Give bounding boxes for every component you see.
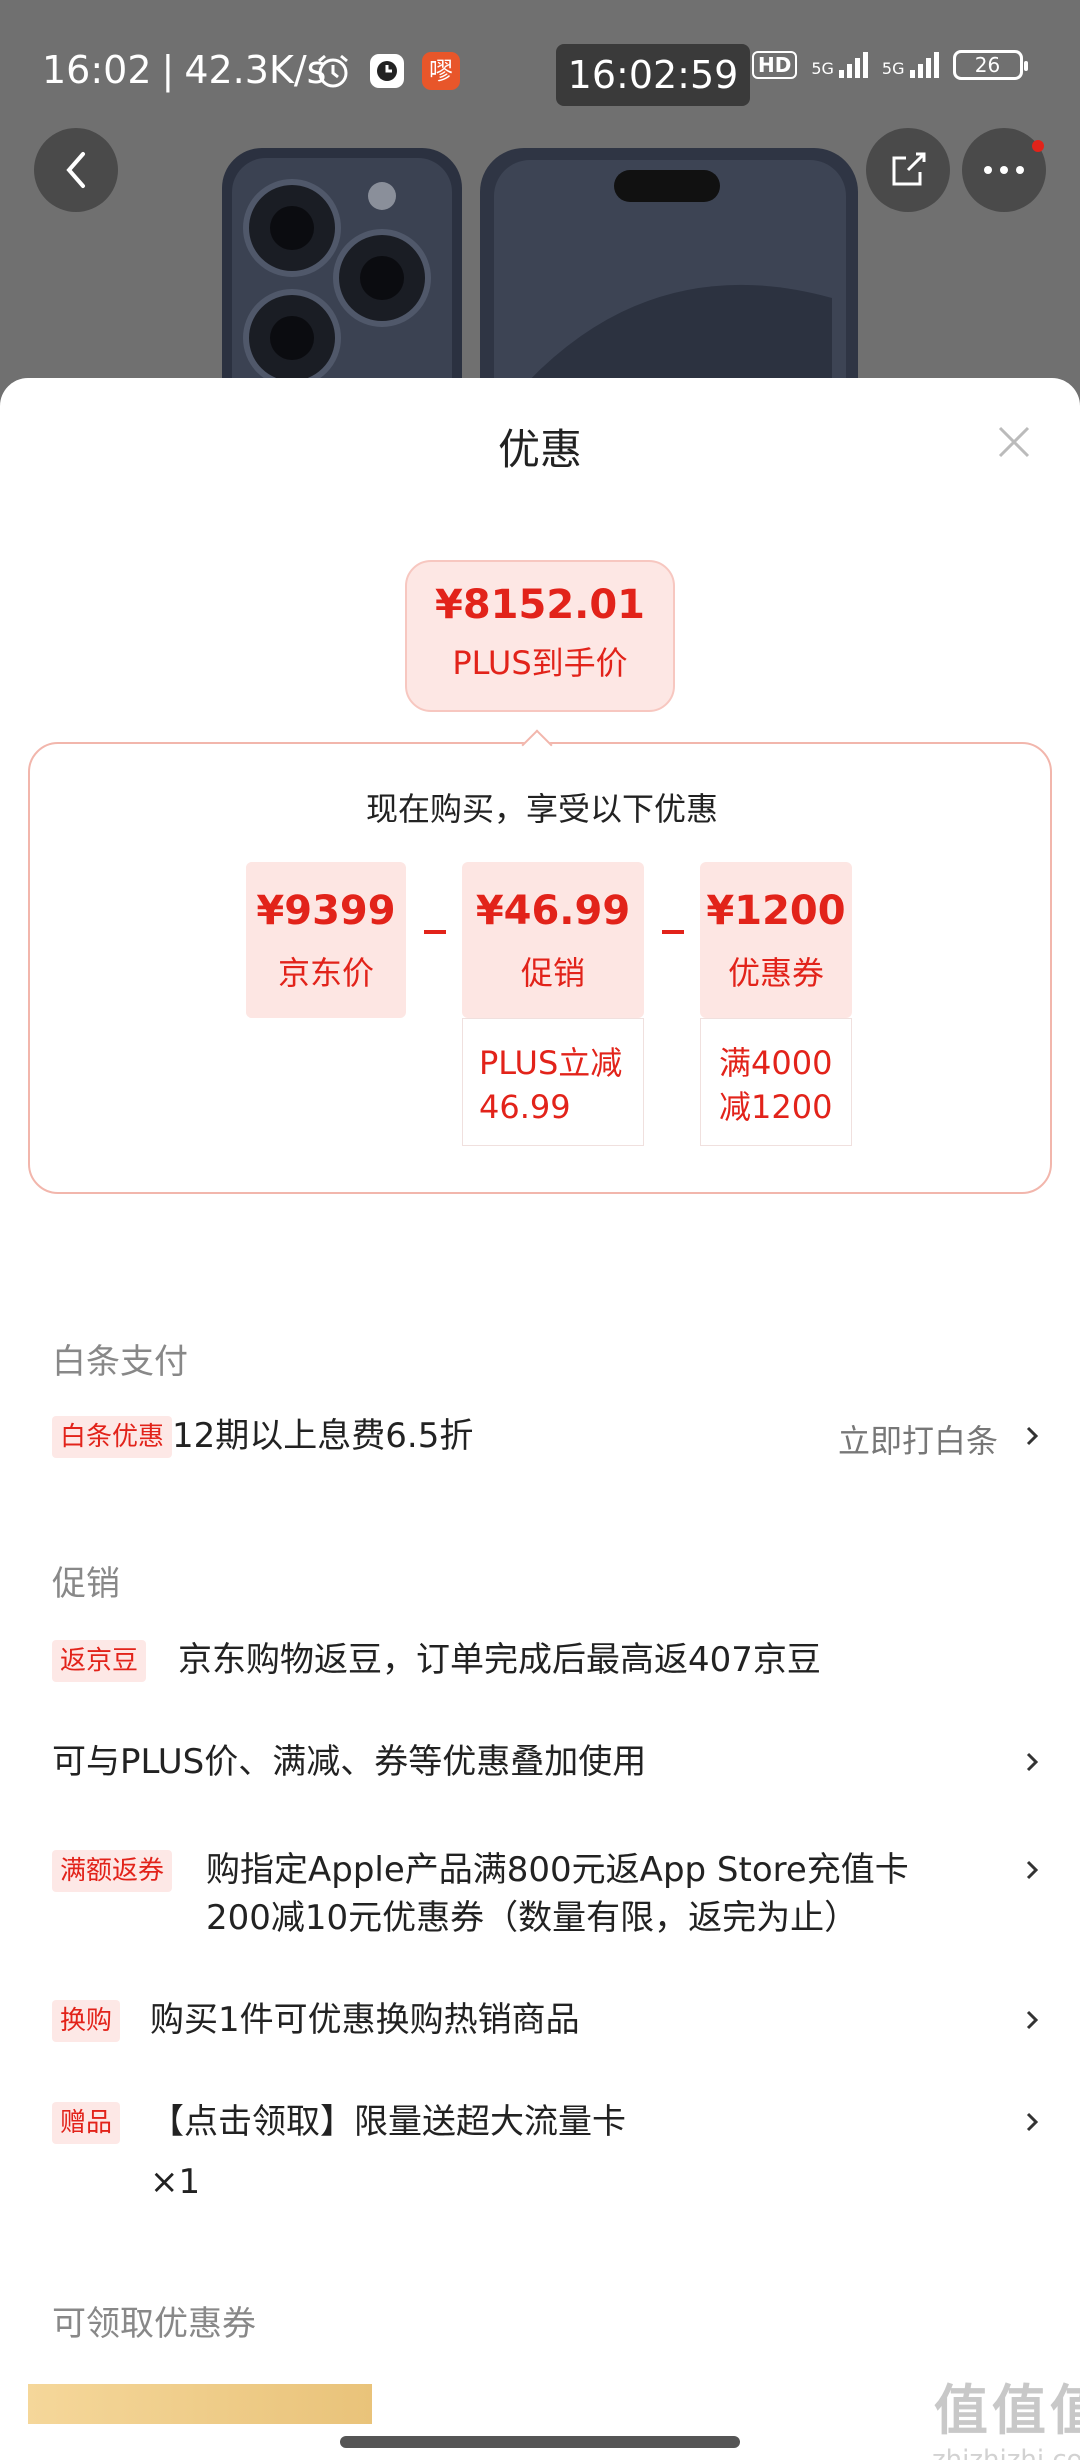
watermark: 值值值 zhizhizhi.com: [932, 2366, 1080, 2460]
more-dots-icon: [984, 166, 1024, 174]
final-price: ¥8152.01: [434, 582, 646, 628]
baitiao-tag: 白条优惠: [52, 1416, 173, 1458]
watermark-logo: 值值值: [933, 2379, 1080, 2442]
jd-price-card: ¥9399 京东价: [246, 862, 406, 1018]
promo-row-trade-in[interactable]: 换购 购买1件可优惠换购热销商品: [52, 1992, 1042, 2052]
breakdown-heading: 现在购买，享受以下优惠: [365, 790, 718, 828]
promo-row-jingdou: 返京豆 京东购物返豆，订单完成后最高返407京豆: [52, 1632, 1042, 1692]
coupons-section-title: 可领取优惠券: [52, 2304, 256, 2344]
promo-detail-line-1: PLUS立减: [479, 1044, 623, 1082]
status-icons: 嘐: [314, 52, 460, 90]
gift-tag: 赠品: [52, 2102, 121, 2144]
more-button[interactable]: [962, 128, 1046, 212]
hd-icon: HD: [752, 51, 798, 79]
coupon-value: ¥1200: [706, 888, 846, 934]
promo-row-gift[interactable]: 赠品 【点击领取】限量送超大流量卡 ×1: [52, 2094, 1042, 2204]
alarm-icon: [318, 54, 348, 88]
share-button[interactable]: [866, 128, 950, 212]
promo-value: ¥46.99: [475, 888, 631, 934]
trade-in-tag: 换购: [52, 2000, 121, 2042]
minus-sign-1: [424, 930, 446, 934]
promo-detail-line-2: 46.99: [479, 1088, 571, 1126]
timer-app-icon: [370, 54, 404, 88]
close-button[interactable]: [994, 422, 1034, 462]
promo-detail: PLUS立减 46.99: [462, 1018, 644, 1146]
trade-in-text: 购买1件可优惠换购热销商品: [150, 2000, 580, 2040]
chevron-right-icon: [1022, 2110, 1042, 2134]
jd-price-label: 京东价: [277, 954, 374, 992]
minus-sign-2: [662, 930, 684, 934]
chevron-left-icon: [66, 152, 85, 188]
network-label-1: 5G: [811, 59, 834, 78]
promo-card: ¥46.99 促销: [462, 862, 644, 1018]
close-icon: [998, 426, 1030, 458]
app-notification-icon: 嘐: [422, 52, 460, 90]
status-bar: 16:02 | 42.3K/s 嘐 16:02:59 HD 5G 5G 26: [0, 40, 1080, 106]
app-badge-text: 嘐: [429, 57, 453, 85]
baitiao-row[interactable]: 白条优惠 12期以上息费6.5折 立即打白条: [52, 1408, 1042, 1468]
chevron-right-icon: [1022, 1424, 1042, 1448]
back-button[interactable]: [34, 128, 118, 212]
battery-icon: 26: [952, 50, 1028, 80]
stackable-text: 可与PLUS价、满减、券等优惠叠加使用: [52, 1742, 647, 1782]
promo-section-title: 促销: [52, 1564, 120, 1604]
phone-product-image: [222, 148, 858, 400]
jd-price-value: ¥9399: [256, 888, 396, 934]
watermark-site: zhizhizhi.com: [932, 2445, 1080, 2460]
discount-sheet: 优惠 ¥8152.01 PLUS到手价 现在购买，享受以下优惠 ¥9399 京东…: [0, 378, 1080, 2460]
notification-dot-icon: [1032, 140, 1044, 152]
cashback-coupon-text-1: 购指定Apple产品满800元返App Store充值卡: [206, 1850, 909, 1890]
battery-level: 26: [974, 53, 1001, 77]
promo-row-cashback-coupon[interactable]: 满额返券 购指定Apple产品满800元返App Store充值卡 200减10…: [52, 1842, 1042, 1952]
cashback-coupon-text-2: 200减10元优惠券（数量有限，返完为止）: [206, 1898, 859, 1938]
coupon-detail-line-2: 减1200: [719, 1088, 833, 1126]
chevron-right-icon: [1022, 2008, 1042, 2032]
status-speed: 42.3K/s: [184, 48, 327, 92]
coupon-detail-line-1: 满4000: [719, 1044, 833, 1082]
status-right: HD 5G 5G 26: [752, 50, 1028, 80]
plus-final-price-box: ¥8152.01 PLUS到手价: [405, 560, 675, 712]
signal-5g-icon-2: 5G: [882, 52, 939, 78]
promo-label: 促销: [520, 954, 585, 992]
coupon-card: ¥1200 优惠券: [700, 862, 852, 1018]
status-time: 16:02: [42, 48, 152, 92]
baitiao-action[interactable]: 立即打白条: [838, 1416, 998, 1462]
signal-5g-icon: 5G: [811, 52, 868, 78]
final-price-label: PLUS到手价: [452, 644, 628, 682]
share-icon: [892, 152, 926, 186]
price-breakdown-box: 现在购买，享受以下优惠 ¥9399 京东价 ¥46.99 促销 PLUS立减 4…: [28, 742, 1052, 1194]
cashback-coupon-tag: 满额返券: [52, 1850, 173, 1892]
chevron-right-icon: [1022, 1750, 1042, 1774]
center-clock: 16:02:59: [556, 44, 750, 106]
jingdou-tag: 返京豆: [52, 1640, 147, 1682]
coupon-label: 优惠券: [727, 954, 824, 992]
promo-row-stackable[interactable]: 可与PLUS价、满减、券等优惠叠加使用: [52, 1734, 1042, 1794]
coupon-detail: 满4000 减1200: [700, 1018, 852, 1146]
home-indicator[interactable]: [340, 2436, 740, 2448]
coupon-card-peek[interactable]: [28, 2384, 372, 2424]
status-time-speed: 16:02 | 42.3K/s: [42, 40, 326, 100]
gift-text-1: 【点击领取】限量送超大流量卡: [150, 2102, 626, 2142]
sheet-title: 优惠: [497, 425, 582, 474]
jingdou-text: 京东购物返豆，订单完成后最高返407京豆: [178, 1640, 821, 1680]
baitiao-text: 12期以上息费6.5折: [172, 1416, 474, 1456]
status-separator: |: [161, 48, 175, 92]
baitiao-section-title: 白条支付: [52, 1342, 188, 1382]
gift-text-2: ×1: [150, 2162, 201, 2202]
network-label-2: 5G: [881, 59, 905, 78]
chevron-right-icon: [1022, 1858, 1042, 1882]
